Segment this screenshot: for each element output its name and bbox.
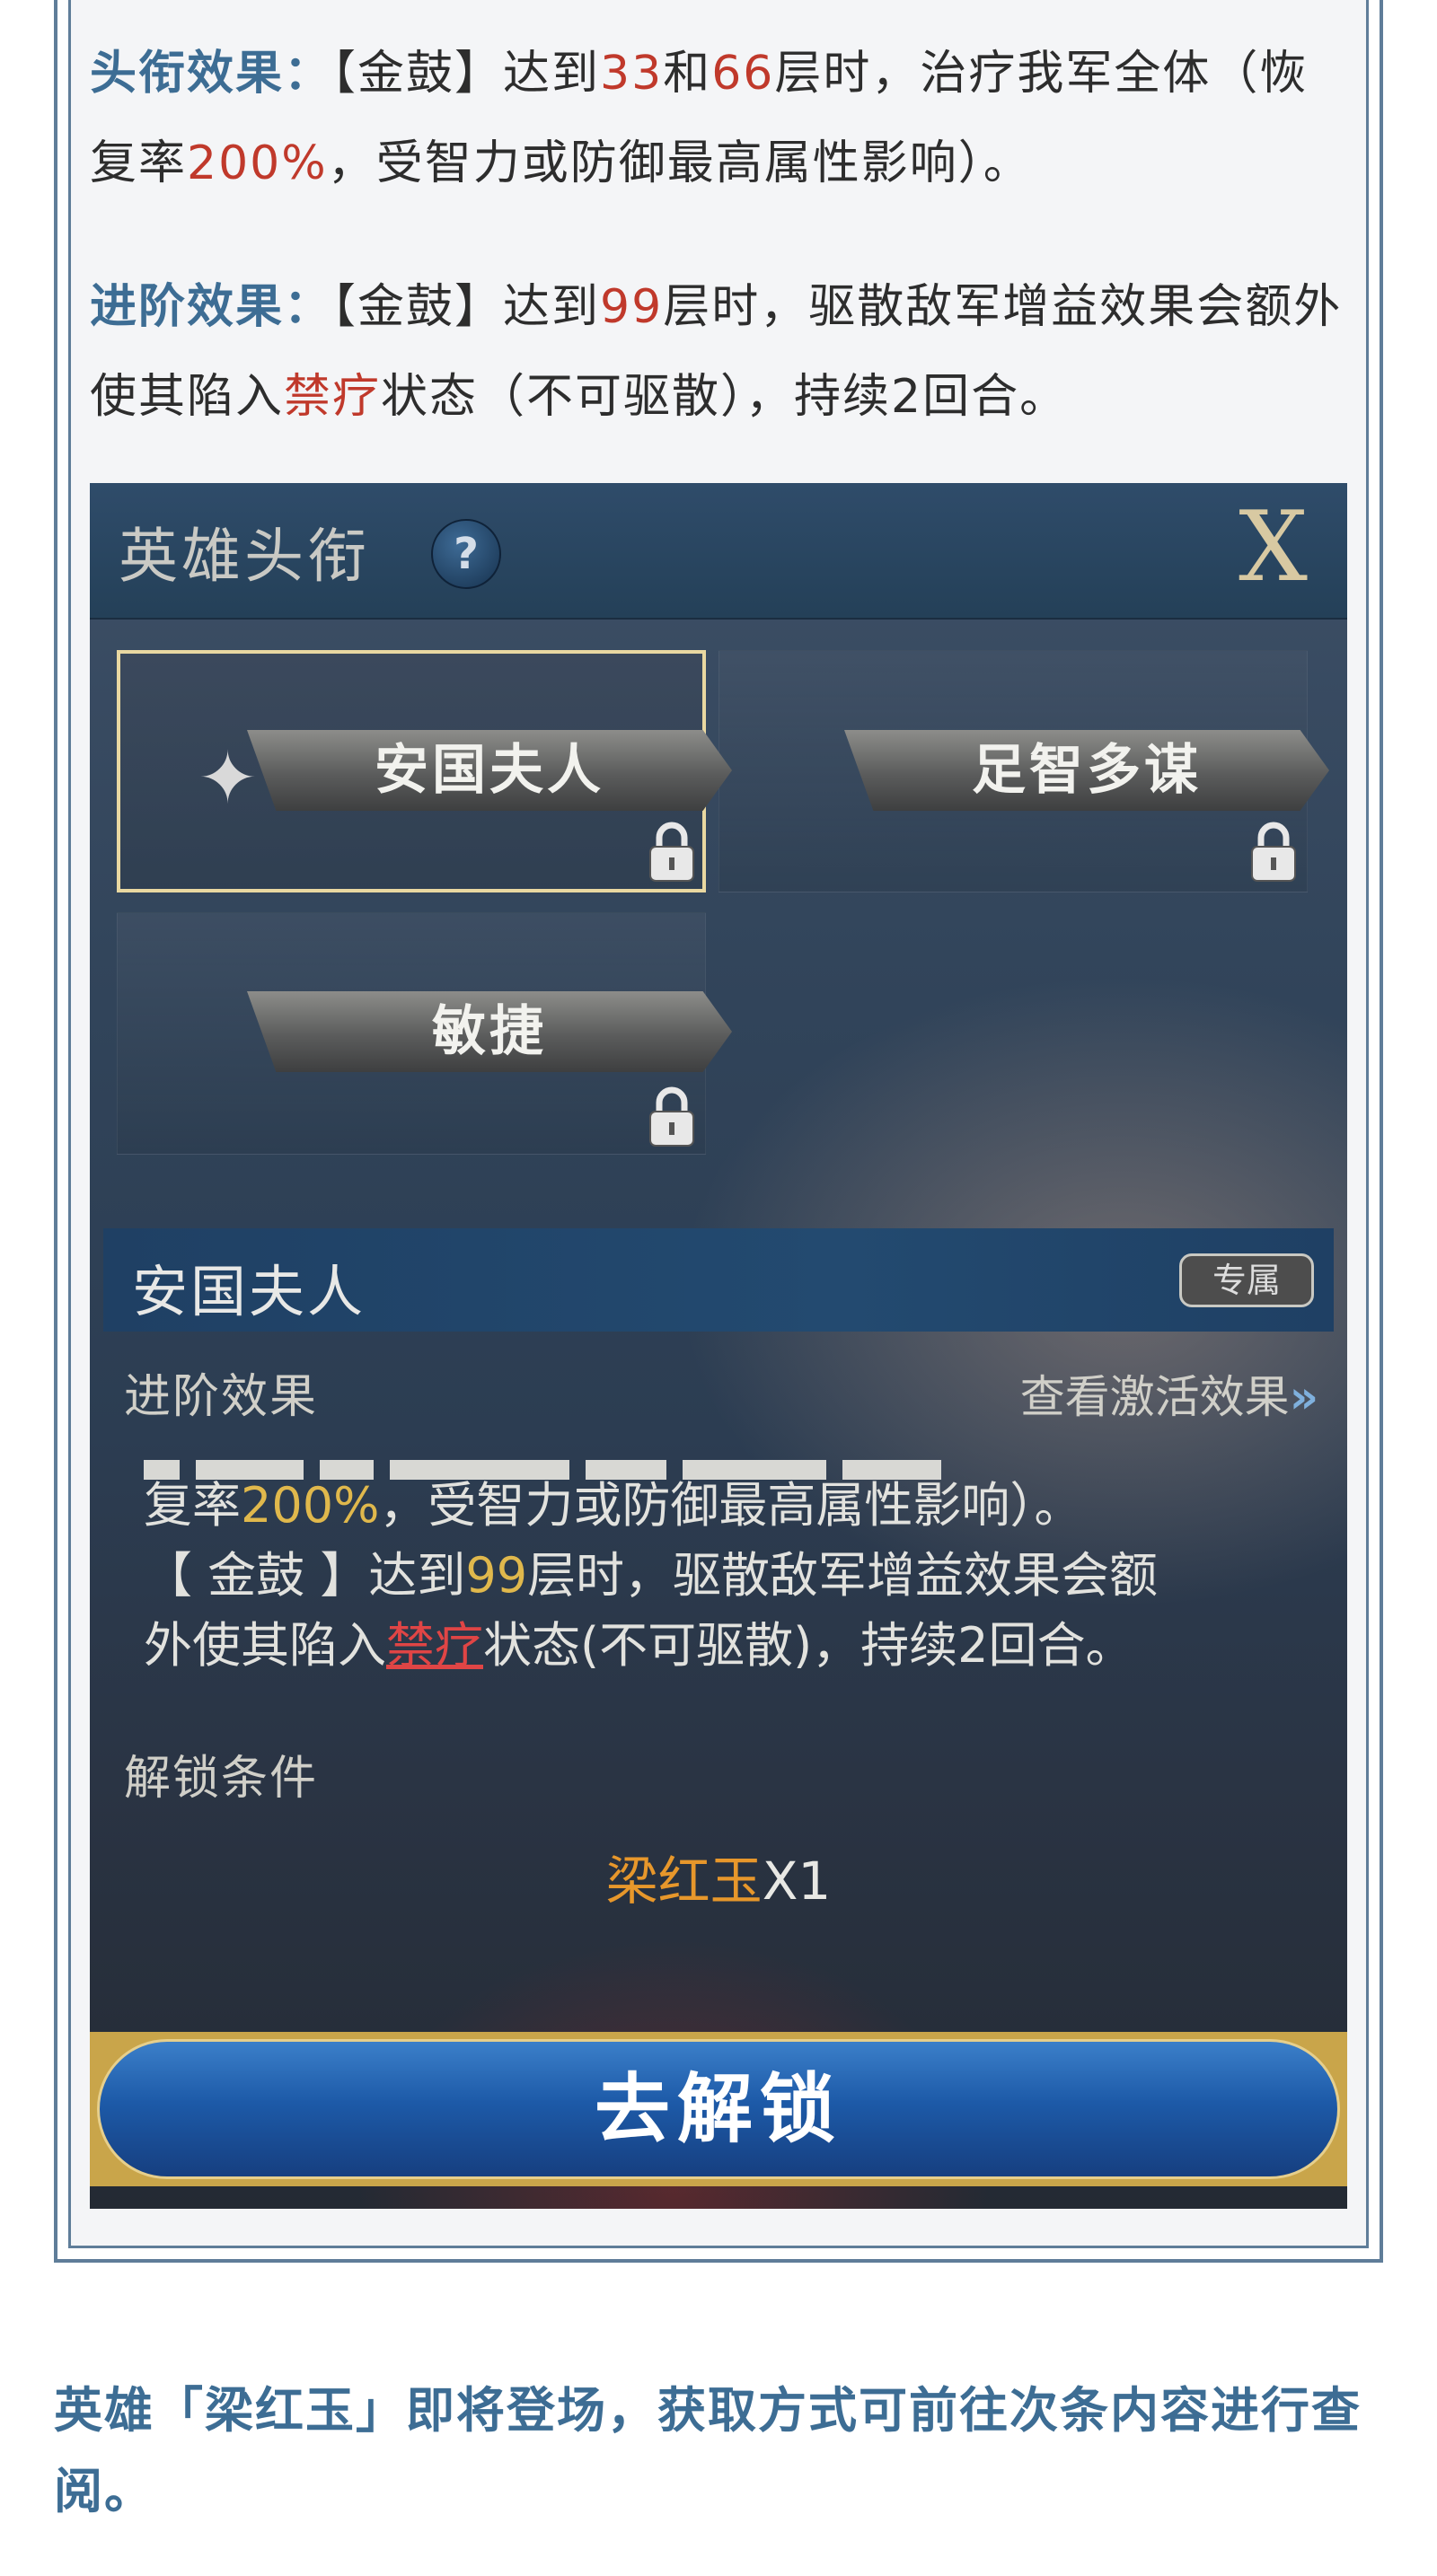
title-effect-paragraph: 头衔效果：【金鼓】达到33和66层时，治疗我军全体（恢复率200%，受智力或防御…: [90, 29, 1356, 208]
view-activation-label: 查看激活效果: [1019, 1371, 1290, 1423]
unlock-button[interactable]: 去解锁: [97, 2039, 1340, 2179]
number: 200%: [187, 136, 328, 190]
number: 200%: [241, 1477, 380, 1534]
title-effect-label: 头衔效果：: [90, 47, 333, 101]
title-ribbon-2: 足智多谋: [844, 730, 1329, 811]
text: 复率: [144, 1477, 241, 1534]
close-icon[interactable]: X: [1239, 494, 1308, 602]
advanced-effect-heading: 进阶效果: [124, 1370, 319, 1424]
unlock-requirement: 梁红玉X1: [90, 1839, 1347, 1914]
text: 【金鼓】达到: [332, 47, 601, 101]
lock-icon: [649, 1086, 694, 1147]
text: 和: [663, 47, 712, 101]
title-ribbon-1: 安国夫人: [247, 730, 732, 811]
view-activation-link[interactable]: 查看激活效果»: [1020, 1361, 1318, 1426]
help-icon[interactable]: ?: [431, 519, 501, 589]
number: 33: [600, 47, 664, 101]
unlock-item-qty: X1: [762, 1851, 832, 1912]
title-ribbon-3: 敏捷: [247, 991, 732, 1072]
game-screenshot: 英雄头衔 ? X ✦ 安国夫人 足智多谋 敏捷 安国夫人 专属 进阶效果 查看激…: [90, 483, 1347, 2209]
desc-line: 外使其陷入禁疗状态(不可驱散)，持续2回合。: [144, 1611, 1311, 1681]
number: 99: [465, 1547, 528, 1604]
double-chevron-icon: »: [1289, 1371, 1318, 1423]
text: 【 金鼓 】达到: [144, 1547, 466, 1604]
text: 状态（不可驱散），持续2回合。: [381, 370, 1069, 424]
advanced-effect-paragraph: 进阶效果：【金鼓】达到99层时，驱散敌军增益效果会额外使其陷入禁疗状态（不可驱散…: [90, 262, 1356, 442]
number: 66: [711, 47, 775, 101]
panel-title: 英雄头衔: [119, 522, 370, 591]
unlock-condition-heading: 解锁条件: [124, 1752, 319, 1806]
keyword: 禁疗: [284, 370, 382, 424]
sparkle-icon: ✦: [198, 736, 259, 820]
number: 99: [600, 280, 664, 334]
lock-icon: [1251, 822, 1296, 882]
advanced-effect-label: 进阶效果：: [90, 280, 333, 334]
panel-header: 英雄头衔 ? X: [90, 483, 1347, 620]
text: 【金鼓】达到: [332, 280, 601, 334]
lock-icon: [649, 822, 694, 882]
text: 状态(不可驱散)，持续2回合。: [483, 1617, 1134, 1674]
selected-title-name: 安国夫人: [132, 1259, 366, 1324]
unlock-button-frame: 去解锁: [90, 2032, 1347, 2186]
keyword: 禁疗: [386, 1617, 483, 1674]
selected-title-band: 安国夫人 专属: [103, 1228, 1334, 1332]
unlock-item-name: 梁红玉: [605, 1851, 763, 1912]
footer-note: 英雄「梁红玉」即将登场，获取方式可前往次条内容进行查阅。: [54, 2382, 1362, 2519]
text: ，受智力或防御最高属性影响）。: [327, 136, 1032, 190]
desc-line: 【 金鼓 】达到99层时，驱散敌军增益效果会额: [144, 1541, 1311, 1611]
exclusive-badge: 专属: [1179, 1253, 1314, 1307]
text: 外使其陷入: [144, 1617, 386, 1674]
effect-description: 复率200%，受智力或防御最高属性影响）。 【 金鼓 】达到99层时，驱散敌军增…: [144, 1471, 1311, 1681]
text: ，受智力或防御最高属性影响）。: [379, 1477, 1083, 1534]
text: 层时，驱散敌军增益效果会额: [527, 1547, 1159, 1604]
desc-line: 复率200%，受智力或防御最高属性影响）。: [144, 1471, 1311, 1541]
